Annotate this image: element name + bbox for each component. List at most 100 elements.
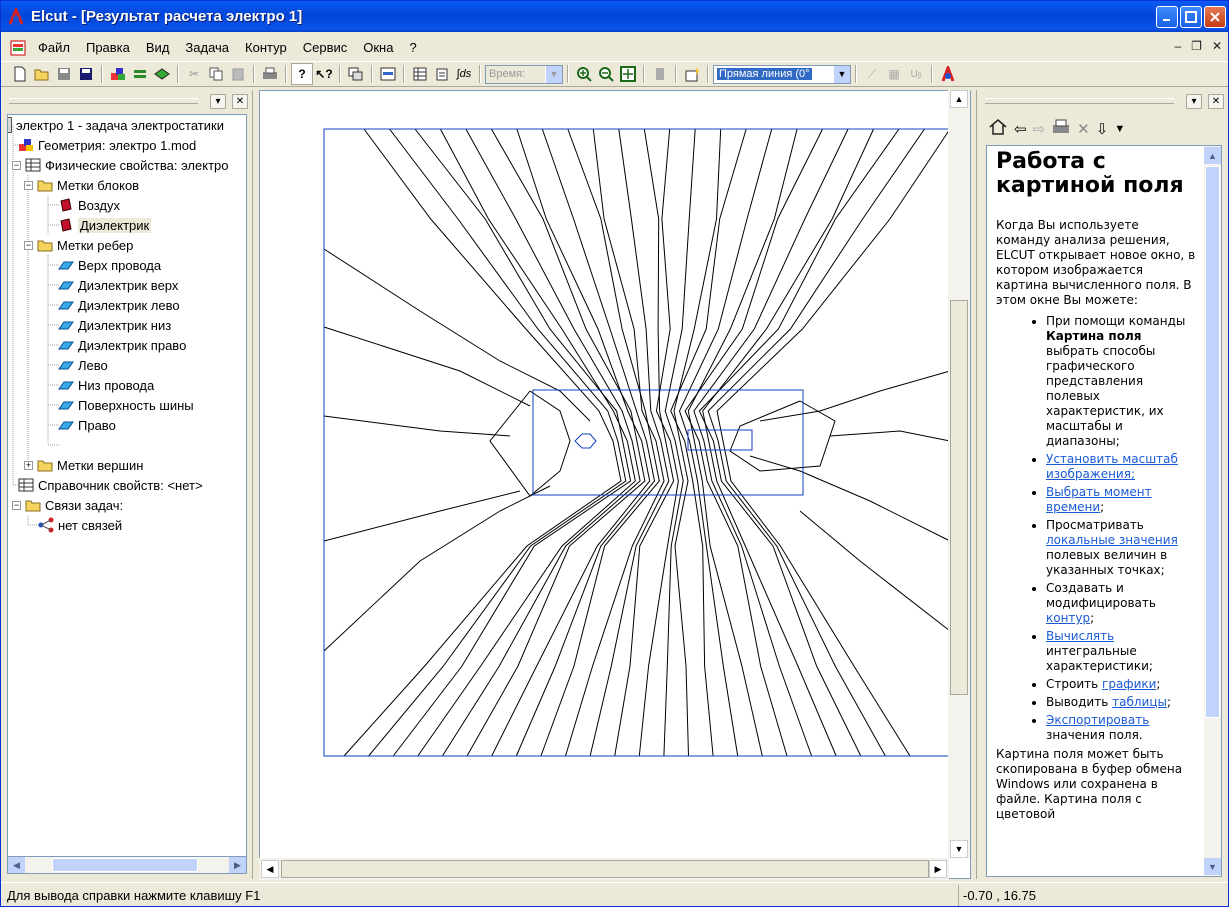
menu-file[interactable]: Файл [30,38,78,58]
maximize-button[interactable] [1180,5,1202,28]
pane-grip[interactable] [985,98,1174,104]
scroll-thumb[interactable] [950,300,968,695]
tree-block-item[interactable]: Диэлектрик [58,215,152,235]
export-link[interactable]: Экспортировать [1046,713,1149,727]
scroll-thumb[interactable] [52,858,198,872]
context-help-icon[interactable]: ↖? [313,63,335,85]
tree-vertex-labels[interactable]: + Метки вершин [24,455,143,475]
tree-library[interactable]: Справочник свойств: <нет> [18,475,203,495]
home-icon[interactable] [988,118,1008,140]
collapse-icon[interactable]: − [12,500,21,510]
plot-icon[interactable]: ⟋ [861,63,883,85]
tree-edge-item[interactable]: Диэлектрик низ [58,315,171,335]
windows-icon[interactable] [345,63,367,85]
contour-link[interactable]: контур [1046,611,1090,625]
field-picture-view[interactable] [259,90,971,879]
new-icon[interactable] [9,63,31,85]
stop-icon[interactable]: ✕ [1077,120,1090,138]
elcut-logo-icon[interactable] [937,63,959,85]
save-icon[interactable] [53,63,75,85]
menu-view[interactable]: Вид [138,38,178,58]
save-all-icon[interactable] [75,63,97,85]
scroll-right-icon[interactable]: ▶ [229,857,246,873]
pane-close-button[interactable]: ✕ [1208,93,1224,109]
menu-windows[interactable]: Окна [355,38,401,58]
tree-links[interactable]: − Связи задач: [12,495,123,515]
tree-edge-item[interactable]: Лево [58,355,108,375]
scroll-down-icon[interactable]: ▼ [1204,858,1221,875]
table-icon[interactable] [409,63,431,85]
mdi-close-icon[interactable]: ✕ [1212,39,1222,53]
time-link[interactable]: Выбрать момент времени [1046,485,1152,514]
contour-select-icon[interactable] [649,63,671,85]
help-vertical-scrollbar[interactable]: ▲ ▼ [1204,146,1221,876]
tree-edge-labels[interactable]: − Метки ребер [24,235,133,255]
new-contour-icon[interactable] [681,63,703,85]
open-icon[interactable] [31,63,53,85]
collapse-icon[interactable]: − [12,160,21,170]
scroll-right-icon[interactable]: ▶ [929,860,947,878]
tree-root[interactable]: электро 1 - задача электростатики [8,115,224,135]
pane-close-button[interactable]: ✕ [232,93,248,109]
contour-type-select[interactable]: Прямая линия (0° ▼ [713,64,851,84]
tree-no-links[interactable]: нет связей [38,515,122,535]
tree-horizontal-scrollbar[interactable]: ◀ ▶ [7,856,247,874]
view-horizontal-scrollbar[interactable]: ◀ ▶ [259,858,949,880]
grid-table-icon[interactable]: ▦ [883,63,905,85]
tree-block-item[interactable]: Воздух [58,195,120,215]
tree-physical[interactable]: − Физические свойства: электро [12,155,229,175]
view-vertical-scrollbar[interactable]: ▲ ▼ [948,90,970,858]
tables-link[interactable]: таблицы [1112,695,1167,709]
zoom-fit-icon[interactable] [617,63,639,85]
mdi-restore-icon[interactable]: ❐ [1191,39,1202,53]
back-icon[interactable]: ⇦ [1014,120,1027,138]
cut-icon[interactable]: ✂ [183,63,205,85]
menu-help[interactable]: ? [401,38,424,58]
menu-service[interactable]: Сервис [295,38,356,58]
equals-icon[interactable] [129,63,151,85]
local-values-link[interactable]: локальные значения [1046,533,1178,547]
scroll-up-icon[interactable]: ▲ [950,90,968,108]
menu-contour[interactable]: Контур [237,38,295,58]
mdi-minimize-icon[interactable]: – [1174,39,1181,53]
tree-geometry[interactable]: Геометрия: электро 1.mod [18,135,196,155]
pane-menu-button[interactable]: ▾ [210,93,226,109]
close-button[interactable] [1204,5,1226,28]
print-icon[interactable] [259,63,281,85]
download-icon[interactable]: ⇩ [1096,120,1109,138]
tree-edge-item[interactable]: Диэлектрик верх [58,275,178,295]
scroll-thumb[interactable] [1205,166,1220,718]
pane-menu-button[interactable]: ▾ [1186,93,1202,109]
calculate-link[interactable]: Вычислять [1046,629,1114,643]
menu-edit[interactable]: Правка [78,38,138,58]
document-icon[interactable] [10,40,26,56]
print-icon[interactable] [1051,118,1071,140]
tree-edge-item[interactable]: Низ провода [58,375,154,395]
forward-icon[interactable]: ⇨ [1033,120,1046,138]
title-bar[interactable]: Elcut - [Результат расчета электро 1] [1,1,1228,32]
zoom-out-icon[interactable] [595,63,617,85]
options-chevron-icon[interactable]: ▼ [1114,123,1125,135]
menu-task[interactable]: Задача [177,38,237,58]
tree-edge-item[interactable]: Диэлектрик лево [58,295,180,315]
scroll-left-icon[interactable]: ◀ [261,860,279,878]
scroll-left-icon[interactable]: ◀ [8,857,25,873]
geometry-icon[interactable] [107,63,129,85]
scroll-down-icon[interactable]: ▼ [950,840,968,858]
field-picture-icon[interactable] [377,63,399,85]
scroll-thumb[interactable] [281,860,929,878]
zoom-link[interactable]: Установить масштаб изображения; [1046,452,1178,481]
field-picture-canvas[interactable] [260,91,972,859]
minimize-button[interactable] [1156,5,1178,28]
copy-icon[interactable] [205,63,227,85]
local-values-icon[interactable] [431,63,453,85]
scroll-up-icon[interactable]: ▲ [1204,147,1221,164]
tree-edge-item[interactable]: Поверхность шины [58,395,194,415]
pane-grip[interactable] [9,98,198,104]
tree-block-labels[interactable]: − Метки блоков [24,175,139,195]
plots-link[interactable]: графики [1102,677,1156,691]
solve-icon[interactable] [151,63,173,85]
help-icon[interactable]: ? [291,63,313,85]
collapse-icon[interactable]: − [24,240,33,250]
tree-edge-item[interactable]: Право [58,415,116,435]
